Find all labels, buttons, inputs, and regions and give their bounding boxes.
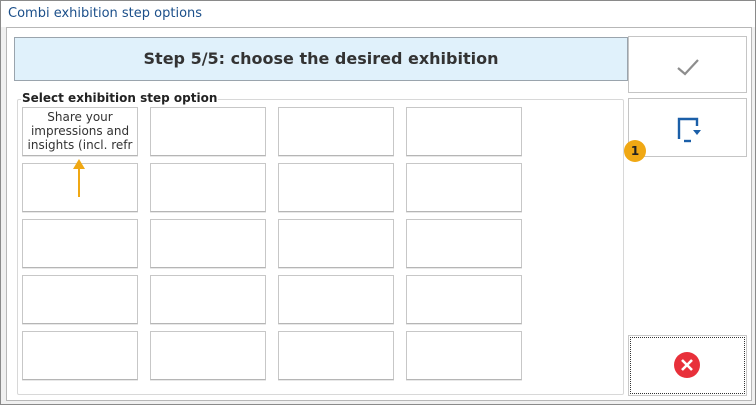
option-label — [26, 222, 134, 266]
check-icon — [677, 59, 699, 76]
exhibition-option-button[interactable]: Share your impressions and insights (inc… — [22, 107, 138, 156]
annotation-badge: 1 — [624, 140, 646, 162]
option-label — [410, 278, 518, 322]
exhibition-option-button[interactable] — [150, 219, 266, 268]
cancel-button[interactable] — [628, 335, 747, 396]
exhibition-option-button[interactable] — [278, 163, 394, 212]
window-title: Combi exhibition step options — [8, 6, 203, 21]
option-label — [410, 222, 518, 266]
option-label — [26, 166, 134, 210]
step-header-text: Step 5/5: choose the desired exhibition — [143, 49, 499, 68]
option-label — [154, 222, 262, 266]
cancel-icon — [674, 352, 700, 378]
option-label — [282, 166, 390, 210]
option-label — [282, 278, 390, 322]
annotation-arrow-line — [78, 167, 80, 197]
option-label — [154, 110, 262, 154]
exhibition-option-button[interactable] — [278, 219, 394, 268]
exhibition-option-button[interactable] — [278, 107, 394, 156]
group-label: Select exhibition step option — [21, 91, 219, 105]
option-label — [26, 334, 134, 378]
option-label — [26, 278, 134, 322]
exhibition-option-button[interactable] — [150, 275, 266, 324]
title-bar: Combi exhibition step options — [1, 1, 755, 27]
option-label — [154, 334, 262, 378]
option-label — [410, 334, 518, 378]
option-label — [282, 110, 390, 154]
exhibition-option-button[interactable] — [406, 163, 522, 212]
option-label — [410, 166, 518, 210]
confirm-button[interactable] — [628, 36, 747, 93]
exhibition-option-button[interactable] — [406, 107, 522, 156]
step-header: Step 5/5: choose the desired exhibition — [14, 37, 628, 81]
exhibition-option-button[interactable] — [150, 331, 266, 380]
option-label: Share your impressions and insights (inc… — [27, 110, 133, 152]
export-icon — [677, 117, 701, 143]
exhibition-option-button[interactable] — [406, 219, 522, 268]
option-label — [154, 278, 262, 322]
exhibition-option-button[interactable] — [22, 331, 138, 380]
exhibition-option-button[interactable] — [22, 219, 138, 268]
option-label — [282, 222, 390, 266]
exhibition-option-button[interactable] — [278, 331, 394, 380]
dialog-content: Step 5/5: choose the desired exhibition … — [6, 27, 752, 401]
exhibition-option-button[interactable] — [22, 275, 138, 324]
exhibition-option-button[interactable] — [22, 163, 138, 212]
export-button[interactable] — [628, 98, 747, 157]
option-label — [154, 166, 262, 210]
exhibition-option-button[interactable] — [406, 331, 522, 380]
exhibition-option-button[interactable] — [406, 275, 522, 324]
option-label — [282, 334, 390, 378]
dialog-window: Combi exhibition step options Step 5/5: … — [0, 0, 756, 405]
exhibition-option-button[interactable] — [150, 107, 266, 156]
exhibition-option-button[interactable] — [278, 275, 394, 324]
exhibition-option-button[interactable] — [150, 163, 266, 212]
option-label — [410, 110, 518, 154]
